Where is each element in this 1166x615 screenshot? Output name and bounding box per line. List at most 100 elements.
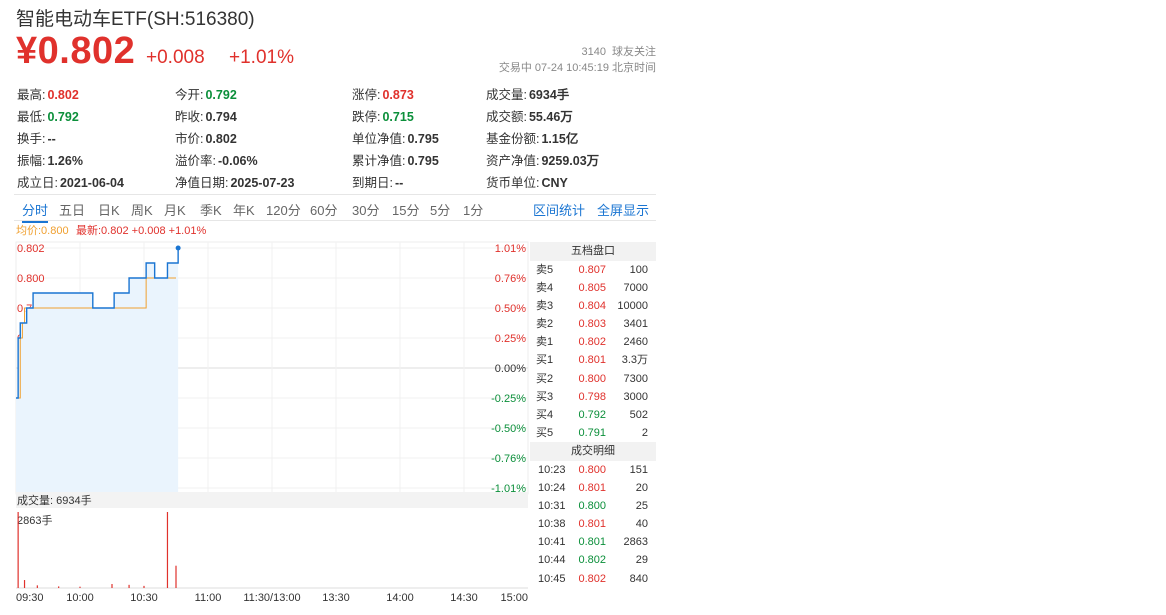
follower-info[interactable]: 3140 球友关注	[582, 43, 656, 59]
row-label: 卖4	[536, 282, 554, 295]
row-label: 10:38	[538, 518, 566, 531]
stat-item: 货币单位: CNY	[486, 172, 568, 191]
stat-item: 单位净值: 0.795	[352, 128, 439, 147]
range-stats-link[interactable]: 区间统计	[533, 200, 585, 219]
row-volume: 3.3万	[621, 354, 648, 367]
row-volume: 3401	[623, 318, 648, 331]
stat-label: 资产净值:	[486, 154, 540, 168]
ask-row: 卖1 0.802 2460	[530, 333, 656, 351]
stat-item: 涨停: 0.873	[352, 84, 414, 103]
stat-row: 最低: 0.792 昨收: 0.794 跌停: 0.715 成交额: 55.46万	[17, 106, 657, 128]
row-volume: 151	[629, 463, 648, 476]
tab-9[interactable]: 30分	[352, 200, 379, 219]
row-price: 0.805	[578, 282, 606, 295]
stat-value: 0.794	[205, 110, 237, 124]
stat-label: 溢价率:	[175, 154, 216, 168]
x-tick: 15:00	[500, 592, 528, 602]
volume-label: 成交量: 6934手	[17, 493, 92, 507]
row-price: 0.803	[578, 318, 606, 331]
stat-value: 2025-07-23	[230, 176, 295, 190]
row-volume: 7300	[623, 372, 648, 385]
tab-4[interactable]: 月K	[164, 200, 186, 219]
stat-item: 成交额: 55.46万	[486, 106, 573, 125]
volume-max-label: 2863手	[17, 513, 52, 527]
row-volume: 25	[635, 500, 648, 513]
stat-value: 2021-06-04	[59, 176, 124, 190]
follower-count: 3140	[581, 46, 606, 58]
stat-value: 0.795	[407, 154, 439, 168]
deal-row: 10:31 0.800 25	[530, 497, 656, 515]
tab-12[interactable]: 1分	[463, 200, 483, 219]
x-tick: 14:00	[386, 592, 414, 602]
period-tabs: 分时 五日 日K 周K 月K 季K 年K 120分 60分 30分 15分 5分 1分 区间统计 全屏显示	[14, 194, 656, 223]
row-volume: 840	[629, 572, 648, 585]
stat-label: 涨停:	[352, 88, 381, 102]
latest-legend: 最新:0.802 +0.008 +1.01%	[76, 223, 206, 237]
tab-1[interactable]: 五日	[59, 200, 85, 219]
trading-status: 交易中 07-24 10:45:19 北京时间	[498, 62, 656, 74]
tab-2[interactable]: 日K	[98, 200, 120, 219]
tab-10[interactable]: 15分	[392, 200, 419, 219]
ask-row: 卖2 0.803 3401	[530, 315, 656, 333]
row-price: 0.801	[578, 518, 606, 531]
row-volume: 3000	[623, 390, 648, 403]
tab-11[interactable]: 5分	[430, 200, 450, 219]
y-tick-left: 0.800	[17, 273, 45, 285]
deal-row: 10:24 0.801 20	[530, 479, 656, 497]
tab-3[interactable]: 周K	[131, 200, 153, 219]
stat-item: 换手: --	[17, 128, 56, 147]
deals-title: 成交明细	[530, 441, 656, 461]
stat-item: 市价: 0.802	[175, 128, 237, 147]
x-tick: 09:30	[16, 592, 44, 602]
stat-label: 跌停:	[352, 110, 381, 124]
stat-value: 55.46万	[528, 110, 573, 124]
y-tick-right: 1.01%	[495, 243, 526, 255]
y-tick-right: 0.50%	[495, 303, 526, 315]
stat-item: 今开: 0.792	[175, 84, 237, 103]
x-tick: 11:00	[195, 592, 222, 602]
stat-value: 0.795	[407, 132, 439, 146]
stat-value: 1.15亿	[541, 132, 579, 146]
row-volume: 2	[641, 426, 648, 439]
stat-label: 市价:	[175, 132, 204, 146]
stat-label: 最低:	[17, 110, 46, 124]
stat-item: 资产净值: 9259.03万	[486, 150, 599, 169]
stat-item: 基金份额: 1.15亿	[486, 128, 578, 147]
tab-5[interactable]: 季K	[200, 200, 222, 219]
tab-6[interactable]: 年K	[233, 200, 255, 219]
y-tick-right: 0.25%	[495, 333, 526, 345]
row-price: 0.798	[578, 390, 606, 403]
chart-svg: 0.8021.01%0.8000.76%0.7980.50%0.7960.25%…	[15, 223, 529, 602]
stat-label: 净值日期:	[175, 176, 229, 190]
bid-row: 买1 0.801 3.3万	[530, 351, 656, 369]
tab-8[interactable]: 60分	[310, 200, 337, 219]
price-change: +0.008	[146, 47, 205, 68]
price-change-pct: +1.01%	[229, 47, 294, 68]
row-label: 10:45	[538, 572, 566, 585]
stat-label: 振幅:	[17, 154, 46, 168]
row-price: 0.800	[578, 500, 606, 513]
bid-row: 买3 0.798 3000	[530, 388, 656, 406]
intraday-chart: 0.8021.01%0.8000.76%0.7980.50%0.7960.25%…	[14, 222, 530, 602]
stat-item: 成立日: 2021-06-04	[17, 172, 124, 191]
row-volume: 20	[635, 482, 648, 495]
row-volume: 7000	[623, 282, 648, 295]
stat-value: 0.802	[47, 88, 79, 102]
bid-row: 买4 0.792 502	[530, 406, 656, 424]
stats-grid: 最高: 0.802 今开: 0.792 涨停: 0.873 成交量: 6934手 最低: 0.79…	[17, 84, 657, 194]
row-volume: 40	[635, 518, 648, 531]
y-tick-left: 0.802	[17, 243, 45, 255]
fullscreen-link[interactable]: 全屏显示	[597, 200, 649, 219]
avg-legend: 均价:0.800	[16, 224, 69, 237]
bid-row: 买5 0.791 2	[530, 424, 656, 442]
tab-7[interactable]: 120分	[266, 200, 301, 219]
stat-row: 换手: -- 市价: 0.802 单位净值: 0.795 基金份额: 1.15亿	[17, 128, 657, 150]
stat-label: 成交量:	[486, 88, 527, 102]
follower-label: 球友关注	[612, 46, 656, 58]
stat-value: 0.715	[382, 110, 414, 124]
stat-label: 成交额:	[486, 110, 527, 124]
stat-label: 基金份额:	[486, 132, 540, 146]
tab-0[interactable]: 分时	[22, 200, 49, 223]
row-label: 10:23	[538, 463, 566, 476]
x-tick: 10:00	[66, 592, 94, 602]
